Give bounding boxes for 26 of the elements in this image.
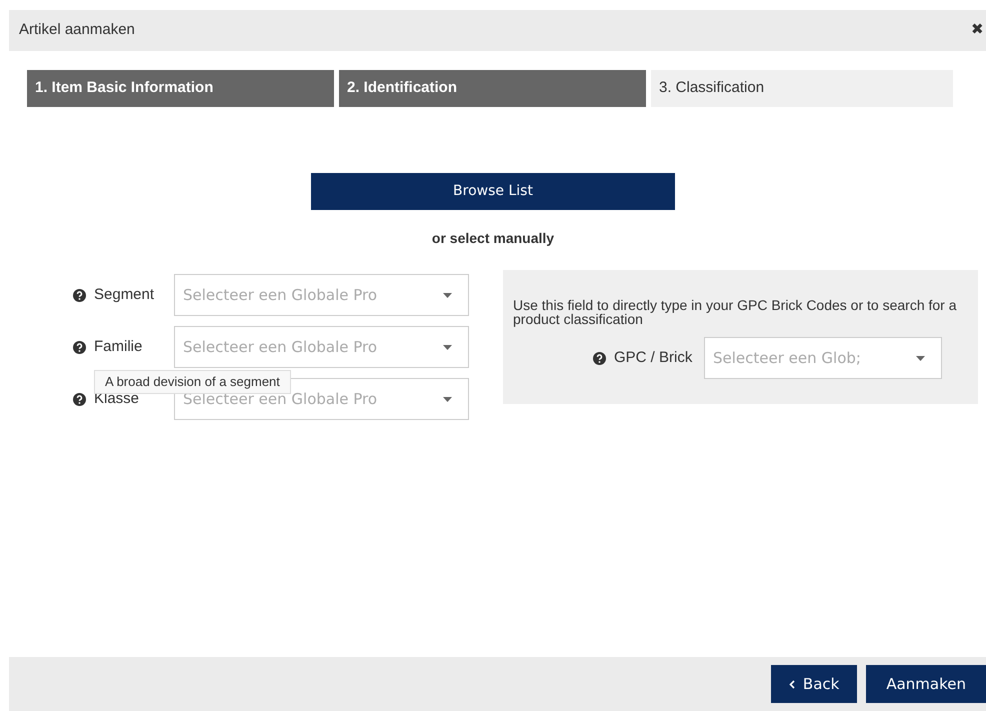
caret-icon <box>443 344 452 350</box>
help-icon <box>73 392 86 406</box>
select-placeholder: Selecteer een Globale Pro <box>183 284 378 306</box>
field-label: Familie <box>94 336 144 357</box>
submit-button[interactable]: Aanmaken <box>866 665 986 703</box>
help-icon <box>73 340 86 354</box>
step-tab[interactable]: 2. Identification <box>339 70 646 107</box>
tooltip: A broad devision of a segment <box>94 370 291 394</box>
dialog-title: Artikel aanmaken <box>19 20 135 40</box>
browse-list-button[interactable]: Browse List <box>311 173 675 210</box>
select-placeholder: Selecteer een Glob; <box>713 348 861 369</box>
help-icon <box>593 352 606 364</box>
manual-select-label: or select manually <box>432 229 554 248</box>
field-label: GPC / Brick <box>614 348 694 368</box>
caret-icon <box>443 292 452 298</box>
gpc-hint: Use this field to directly type in your GPC Brick Codes or to search for a product classification <box>513 298 958 326</box>
select-placeholder: Selecteer een Globale Pro <box>183 336 378 358</box>
help-icon <box>73 288 86 302</box>
chevron-left-icon <box>788 680 795 688</box>
back-button[interactable]: Back <box>770 665 858 703</box>
caret-icon <box>443 396 452 402</box>
close-button[interactable]: ✖ <box>971 19 984 42</box>
caret-icon <box>916 356 925 360</box>
field-label: Segment <box>94 284 156 305</box>
step-tab[interactable]: 3. Classification <box>651 70 953 107</box>
step-tab[interactable]: 1. Item Basic Information <box>27 70 334 107</box>
